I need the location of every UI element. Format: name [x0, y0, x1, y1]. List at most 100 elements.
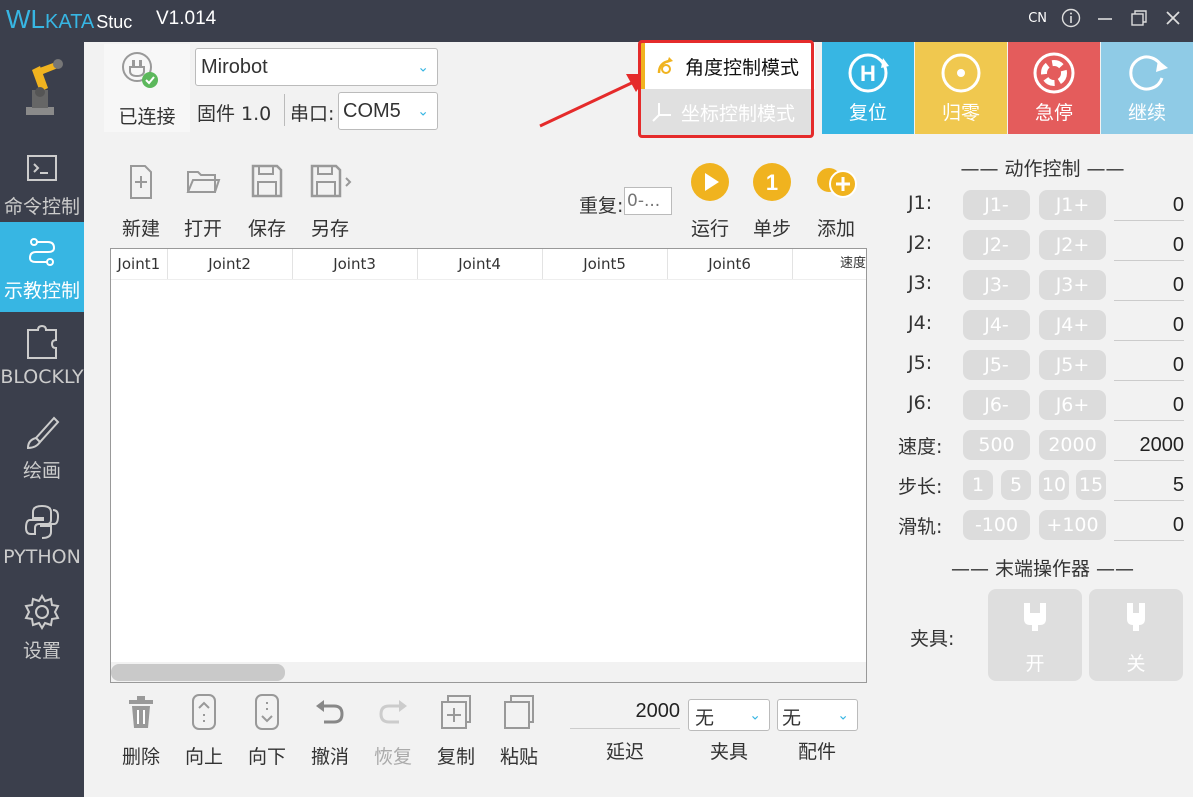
gripper-open-icon	[1024, 603, 1046, 631]
j4-plus-button[interactable]: J4+	[1039, 310, 1106, 340]
rail-value[interactable]: 0	[1114, 510, 1184, 541]
step-5-button[interactable]: 5	[1001, 470, 1031, 500]
j1-plus-button[interactable]: J1+	[1039, 190, 1106, 220]
save-as-button[interactable]: 另存	[302, 162, 358, 241]
move-up-button[interactable]: 向上	[176, 692, 232, 769]
open-button[interactable]: 打开	[176, 162, 230, 241]
j1-minus-button[interactable]: J1-	[963, 190, 1030, 220]
speed-500-button[interactable]: 500	[963, 430, 1030, 460]
undo-label: 撤消	[310, 746, 349, 768]
j5-plus-button[interactable]: J5+	[1039, 350, 1106, 380]
paste-button[interactable]: 粘贴	[491, 692, 547, 769]
j4-minus-button[interactable]: J4-	[963, 310, 1030, 340]
j6-minus-button[interactable]: J6-	[963, 390, 1030, 420]
j2-plus-button[interactable]: J2+	[1039, 230, 1106, 260]
zero-button[interactable]: 归零	[915, 42, 1007, 134]
accessory-select[interactable]: 无 ⌄	[777, 699, 858, 731]
end-effector-title: —— 末端操作器 ——	[950, 558, 1135, 580]
emergency-stop-button[interactable]: 急停	[1008, 42, 1100, 134]
gripper-close-button[interactable]: 关	[1089, 589, 1183, 681]
j1-value[interactable]: 0	[1114, 190, 1184, 221]
j6-plus-button[interactable]: J6+	[1039, 390, 1106, 420]
gripper-open-label: 开	[1025, 653, 1045, 675]
new-button[interactable]: 新建	[114, 162, 168, 241]
home-reset-icon: H	[848, 53, 889, 93]
delay-input[interactable]: 2000	[570, 700, 680, 729]
column-header[interactable]: Joint2	[168, 249, 293, 279]
sidebar-item-blockly[interactable]: BLOCKLY	[0, 312, 84, 402]
close-icon[interactable]	[1163, 8, 1183, 28]
save-as-icon	[310, 164, 352, 198]
info-icon[interactable]	[1061, 8, 1081, 28]
j6-value[interactable]: 0	[1114, 390, 1184, 421]
copy-button[interactable]: 复制	[428, 692, 484, 769]
j3-plus-button[interactable]: J3+	[1039, 270, 1106, 300]
redo-button[interactable]: 恢复	[365, 692, 421, 769]
continue-button[interactable]: 继续	[1101, 42, 1193, 134]
stop-icon	[1033, 52, 1075, 94]
run-button[interactable]: 运行	[684, 162, 736, 241]
continue-label: 继续	[1127, 102, 1166, 124]
accessory-label: 配件	[797, 741, 836, 763]
sidebar-item-draw[interactable]: 绘画	[0, 402, 84, 492]
undo-button[interactable]: 撤消	[302, 692, 358, 769]
column-header[interactable]: Joint1	[111, 249, 168, 279]
gripper-open-button[interactable]: 开	[988, 589, 1082, 681]
j5-value[interactable]: 0	[1114, 350, 1184, 381]
column-header[interactable]: Joint5	[543, 249, 668, 279]
joint-label: J2:	[908, 232, 933, 254]
sidebar-item-python[interactable]: PYTHON	[0, 492, 84, 582]
j5-minus-button[interactable]: J5-	[963, 350, 1030, 380]
column-header[interactable]: Joint4	[418, 249, 543, 279]
joint-row-j1: J1: J1- J1+ 0	[892, 190, 1193, 222]
emergency-stop-label: 急停	[1034, 102, 1073, 124]
rail-minus-button[interactable]: -100	[963, 510, 1030, 540]
j2-minus-button[interactable]: J2-	[963, 230, 1030, 260]
language-toggle[interactable]: CN	[1028, 11, 1047, 26]
rail-plus-button[interactable]: +100	[1039, 510, 1106, 540]
teach-points-table[interactable]: Joint1 Joint2 Joint3 Joint4 Joint5 Joint…	[110, 248, 867, 683]
speed-value[interactable]: 2000	[1114, 430, 1184, 461]
repeat-input[interactable]	[624, 187, 672, 215]
step-15-button[interactable]: 15	[1076, 470, 1106, 500]
app-version: V1.014	[156, 8, 217, 29]
sidebar-item-settings[interactable]: 设置	[0, 582, 84, 672]
device-select[interactable]: Mirobot ⌄	[195, 48, 438, 86]
folder-open-icon	[186, 171, 221, 193]
minimize-icon[interactable]	[1095, 8, 1115, 28]
python-icon	[24, 504, 60, 539]
step-value[interactable]: 5	[1114, 470, 1184, 501]
j4-value[interactable]: 0	[1114, 310, 1184, 341]
column-header[interactable]: Joint3	[293, 249, 418, 279]
joint-row-j2: J2: J2- J2+ 0	[892, 230, 1193, 262]
step-button[interactable]: 1 单步	[746, 162, 798, 241]
copy-label: 复制	[436, 746, 475, 768]
j3-minus-button[interactable]: J3-	[963, 270, 1030, 300]
reset-button[interactable]: H 复位	[822, 42, 914, 134]
maximize-icon[interactable]	[1129, 8, 1149, 28]
joint-row-j3: J3: J3- J3+ 0	[892, 270, 1193, 302]
j2-value[interactable]: 0	[1114, 230, 1184, 261]
title-bar: WLKATA Stuc V1.014 CN	[0, 0, 1193, 42]
sidebar-item-command[interactable]: 命令控制	[0, 138, 84, 228]
step-1-button[interactable]: 1	[963, 470, 993, 500]
gear-icon	[24, 594, 60, 630]
step-icon: 1	[753, 163, 791, 201]
delete-button[interactable]: 删除	[112, 692, 170, 769]
move-down-button[interactable]: 向下	[239, 692, 295, 769]
horizontal-scrollbar[interactable]	[111, 662, 866, 682]
scrollbar-thumb[interactable]	[111, 664, 285, 681]
add-button[interactable]: 添加	[808, 162, 864, 241]
port-select[interactable]: COM5 ⌄	[338, 92, 438, 130]
save-button[interactable]: 保存	[240, 162, 294, 241]
column-header[interactable]: 速度	[793, 249, 866, 279]
speed-2000-button[interactable]: 2000	[1039, 430, 1106, 460]
step-10-button[interactable]: 10	[1039, 470, 1069, 500]
connection-card[interactable]: 已连接	[104, 44, 190, 132]
chevron-down-icon: ⌄	[837, 706, 849, 723]
column-header[interactable]: Joint6	[668, 249, 793, 279]
rail-label: 滑轨:	[898, 516, 943, 538]
gripper-select[interactable]: 无 ⌄	[688, 699, 770, 731]
j3-value[interactable]: 0	[1114, 270, 1184, 301]
sidebar-item-teach[interactable]: 示教控制	[0, 222, 84, 312]
